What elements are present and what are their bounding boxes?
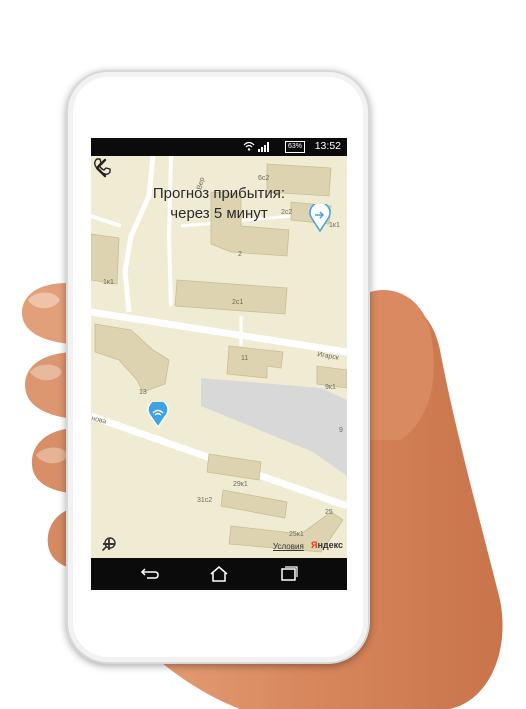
phone-icon[interactable] xyxy=(91,156,113,178)
house-number: 25 xyxy=(325,509,333,516)
signal-icon xyxy=(258,142,269,152)
android-nav-bar xyxy=(91,558,347,590)
nav-back-icon[interactable] xyxy=(137,564,161,584)
eta-title: Прогноз прибытия: xyxy=(152,185,286,202)
terms-link[interactable]: Условия xyxy=(273,542,304,551)
house-number: 11 xyxy=(241,355,248,362)
nav-recents-icon[interactable] xyxy=(277,564,301,584)
house-number: 13 xyxy=(139,389,147,396)
house-number: 9 xyxy=(339,427,343,434)
house-number: 29к1 xyxy=(233,481,248,488)
eta-time: через 5 минут xyxy=(170,205,268,222)
battery-icon: 63% xyxy=(284,141,305,153)
status-time: 13:52 xyxy=(314,140,341,152)
phone-screen: 63% 13:52 6с2 2с2 1к1 2 1к1 2с1 11 9к1 1… xyxy=(91,138,347,590)
map-view[interactable]: 6с2 2с2 1к1 2 1к1 2с1 11 9к1 13 9 29к1 3… xyxy=(91,156,347,558)
eta-message: Прогноз прибытия: через 5 минут xyxy=(121,184,317,224)
house-number: 6с2 xyxy=(258,175,269,182)
wifi-icon xyxy=(243,141,255,151)
street-label: нова xyxy=(91,415,107,426)
nav-home-icon[interactable] xyxy=(207,564,231,584)
house-number: 31с2 xyxy=(197,497,212,504)
status-bar: 63% 13:52 xyxy=(91,138,347,156)
driver-pin-icon[interactable] xyxy=(147,402,169,428)
yandex-logo: Яндекс xyxy=(311,540,343,550)
battery-level: 63% xyxy=(287,143,302,150)
house-number: 25к1 xyxy=(289,531,304,538)
map-controls xyxy=(101,536,121,556)
yandex-logo-rest: ндекс xyxy=(317,540,344,550)
house-number: 2с1 xyxy=(232,299,243,306)
house-number: 9к1 xyxy=(325,384,336,391)
house-number: 2 xyxy=(238,251,242,258)
house-number: 1к1 xyxy=(103,279,114,286)
